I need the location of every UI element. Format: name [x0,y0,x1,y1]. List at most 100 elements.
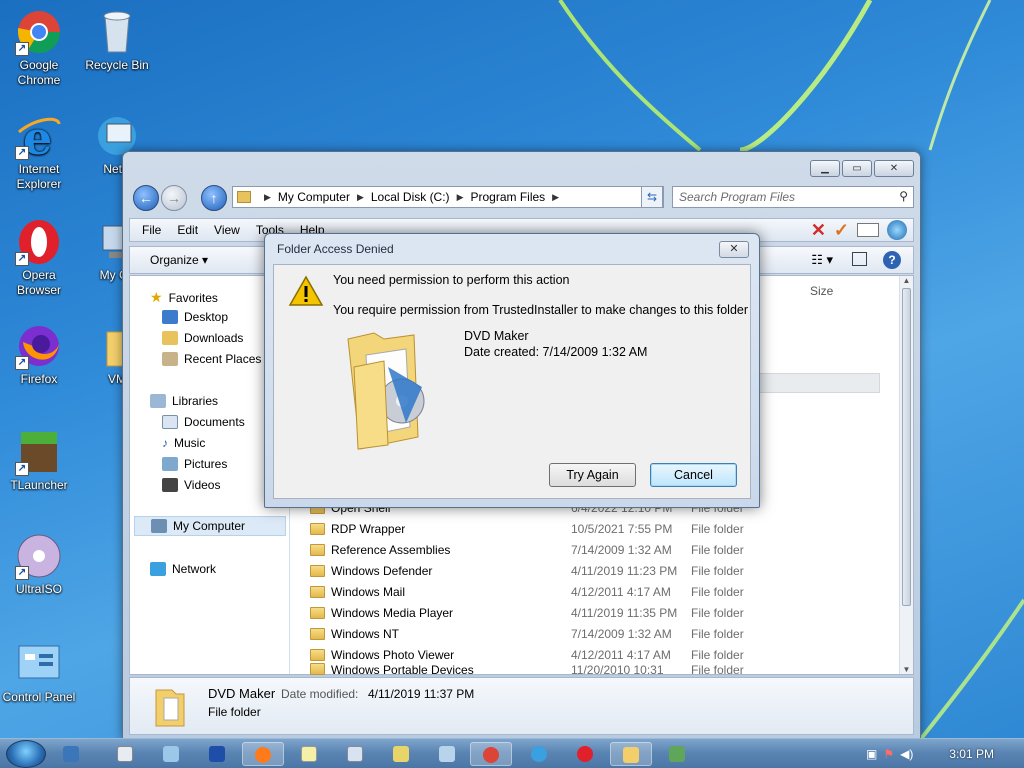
view-options-icon[interactable]: ☷ ▾ [811,252,833,268]
folder-access-denied-dialog: Folder Access Denied ✕ You need permissi… [264,233,760,508]
dialog-close-button[interactable]: ✕ [719,241,749,258]
nav-music[interactable]: ♪ Music [162,436,205,450]
desktop-icon-recycle-bin[interactable]: Recycle Bin [78,8,156,73]
menu-file[interactable]: File [134,223,169,237]
file-row[interactable]: Reference Assemblies 7/14/2009 1:32 AM Fil… [302,539,899,560]
taskbar-show-desktop[interactable] [50,742,92,766]
shortcut-arrow-icon: ↗ [15,252,29,266]
rename-icon[interactable] [857,223,879,237]
nav-pictures[interactable]: Pictures [162,457,227,471]
file-row[interactable]: Windows NT 7/14/2009 1:32 AM File folder [302,623,899,644]
nav-videos[interactable]: Videos [162,478,220,492]
taskbar-app[interactable] [518,742,560,766]
organize-button[interactable]: Organize ▾ [150,253,208,267]
taskbar-app[interactable] [426,742,468,766]
warning-icon [288,275,324,306]
up-button[interactable]: ↑ [201,185,227,211]
back-button[interactable]: ← [133,185,159,211]
vertical-scrollbar[interactable]: ▲ ▼ [899,276,913,674]
desktop-icon-control-panel[interactable]: Control Panel [0,640,78,705]
file-row[interactable]: Windows Mail 4/12/2011 4:17 AM File folder [302,581,899,602]
maximize-button[interactable]: ▭ [842,160,872,177]
globe-icon[interactable] [887,220,907,240]
file-row[interactable]: Windows Photo Viewer 4/12/2011 4:17 AM Fil… [302,644,899,665]
folder-icon [623,747,639,763]
scrollbar-thumb[interactable] [902,288,911,606]
clock[interactable]: 3:01 PM [949,747,994,761]
taskbar-app[interactable] [150,742,192,766]
powershell-icon [209,746,225,762]
taskbar-app[interactable] [104,742,146,766]
breadcrumb-item[interactable]: Program Files [470,190,545,204]
help-icon[interactable]: ? [883,251,901,269]
nav-recent-places[interactable]: Recent Places [162,352,261,366]
nav-label: Downloads [184,331,244,345]
nav-downloads[interactable]: Downloads [162,331,243,345]
nav-my-computer[interactable]: My Computer [134,516,286,536]
file-date: 7/14/2009 1:32 AM [571,542,672,557]
file-name: Reference Assemblies [331,542,451,557]
menu-view[interactable]: View [206,223,248,237]
checkmark-icon[interactable]: ✓ [834,220,849,241]
action-center-icon[interactable]: ⚑ [883,747,894,761]
delete-icon[interactable]: ✕ [811,220,826,241]
search-icon[interactable]: ⚲ [899,189,908,203]
desktop-icon-firefox[interactable]: ↗ Firefox [0,322,78,387]
chevron-right-icon: ▶ [356,191,364,202]
file-type: File folder [691,605,744,620]
start-button[interactable] [6,740,46,768]
breadcrumb-item[interactable]: Local Disk (C:) [371,190,450,204]
details-type: File folder [208,705,261,719]
nav-favorites[interactable]: ★ Favorites [150,289,218,306]
taskbar-firefox[interactable] [242,742,284,766]
taskbar-opera[interactable] [564,742,606,766]
desktop-icon-opera[interactable]: ↗ Opera Browser [0,218,78,298]
file-row[interactable]: RDP Wrapper 10/5/2021 7:55 PM File folder [302,518,899,539]
nav-libraries[interactable]: Libraries [150,394,218,408]
videos-icon [162,478,178,492]
nav-label: Pictures [184,457,228,471]
file-row[interactable]: Windows Media Player 4/11/2019 11:35 PM Fi… [302,602,899,623]
close-button[interactable]: ✕ [874,160,914,177]
nav-label: Favorites [168,290,218,305]
preview-pane-icon[interactable] [852,252,867,266]
scroll-down-icon[interactable]: ▼ [900,665,913,674]
volume-icon[interactable]: ◀) [900,747,913,761]
desktop-icon-tlauncher[interactable]: ↗ TLauncher [0,428,78,493]
desktop-icon-chrome[interactable]: ↗ Google Chrome [0,8,78,88]
menu-edit[interactable]: Edit [169,223,206,237]
search-input[interactable]: Search Program Files ⚲ [672,186,914,208]
cancel-button[interactable]: Cancel [650,463,737,487]
desktop-icon-ie[interactable]: e ↗ Internet Explorer [0,111,78,192]
taskbar-app[interactable] [380,742,422,766]
app-icon [117,746,133,762]
desktop-icon-ultraiso[interactable]: ↗ UltraISO [0,532,78,597]
address-bar[interactable]: ▶ My Computer ▶ Local Disk (C:) ▶ Progra… [232,186,664,208]
taskbar-chrome[interactable] [470,742,512,766]
recent-places-icon [162,352,178,366]
network-tray-icon[interactable]: ▣ [866,747,877,761]
shortcut-arrow-icon: ↗ [15,42,29,56]
scroll-up-icon[interactable]: ▲ [900,276,913,285]
forward-button[interactable]: → [161,185,187,211]
refresh-button[interactable]: ⇆ [641,186,663,208]
desktop-icon [162,310,178,324]
notepad-icon [301,746,317,762]
nav-desktop[interactable]: Desktop [162,310,228,324]
breadcrumb-item[interactable]: My Computer [278,190,350,204]
nav-documents[interactable]: Documents [162,415,245,429]
desktop-icon-label: Recycle Bin [85,58,149,72]
taskbar-app[interactable] [656,742,698,766]
try-again-button[interactable]: Try Again [549,463,636,487]
minimize-button[interactable]: ▁ [810,160,840,177]
file-row[interactable]: Windows Defender 4/11/2019 11:23 PM File f… [302,560,899,581]
nav-label: Documents [184,415,245,429]
nav-network[interactable]: Network [150,562,216,576]
taskbar-app[interactable] [334,742,376,766]
taskbar-notepad[interactable] [288,742,330,766]
taskbar-powershell[interactable] [196,742,238,766]
file-row[interactable]: Windows Portable Devices 11/20/2010 10:31… [302,663,899,675]
firefox-icon [255,747,271,763]
taskbar-explorer[interactable] [610,742,652,766]
file-name: Windows Photo Viewer [331,647,455,662]
